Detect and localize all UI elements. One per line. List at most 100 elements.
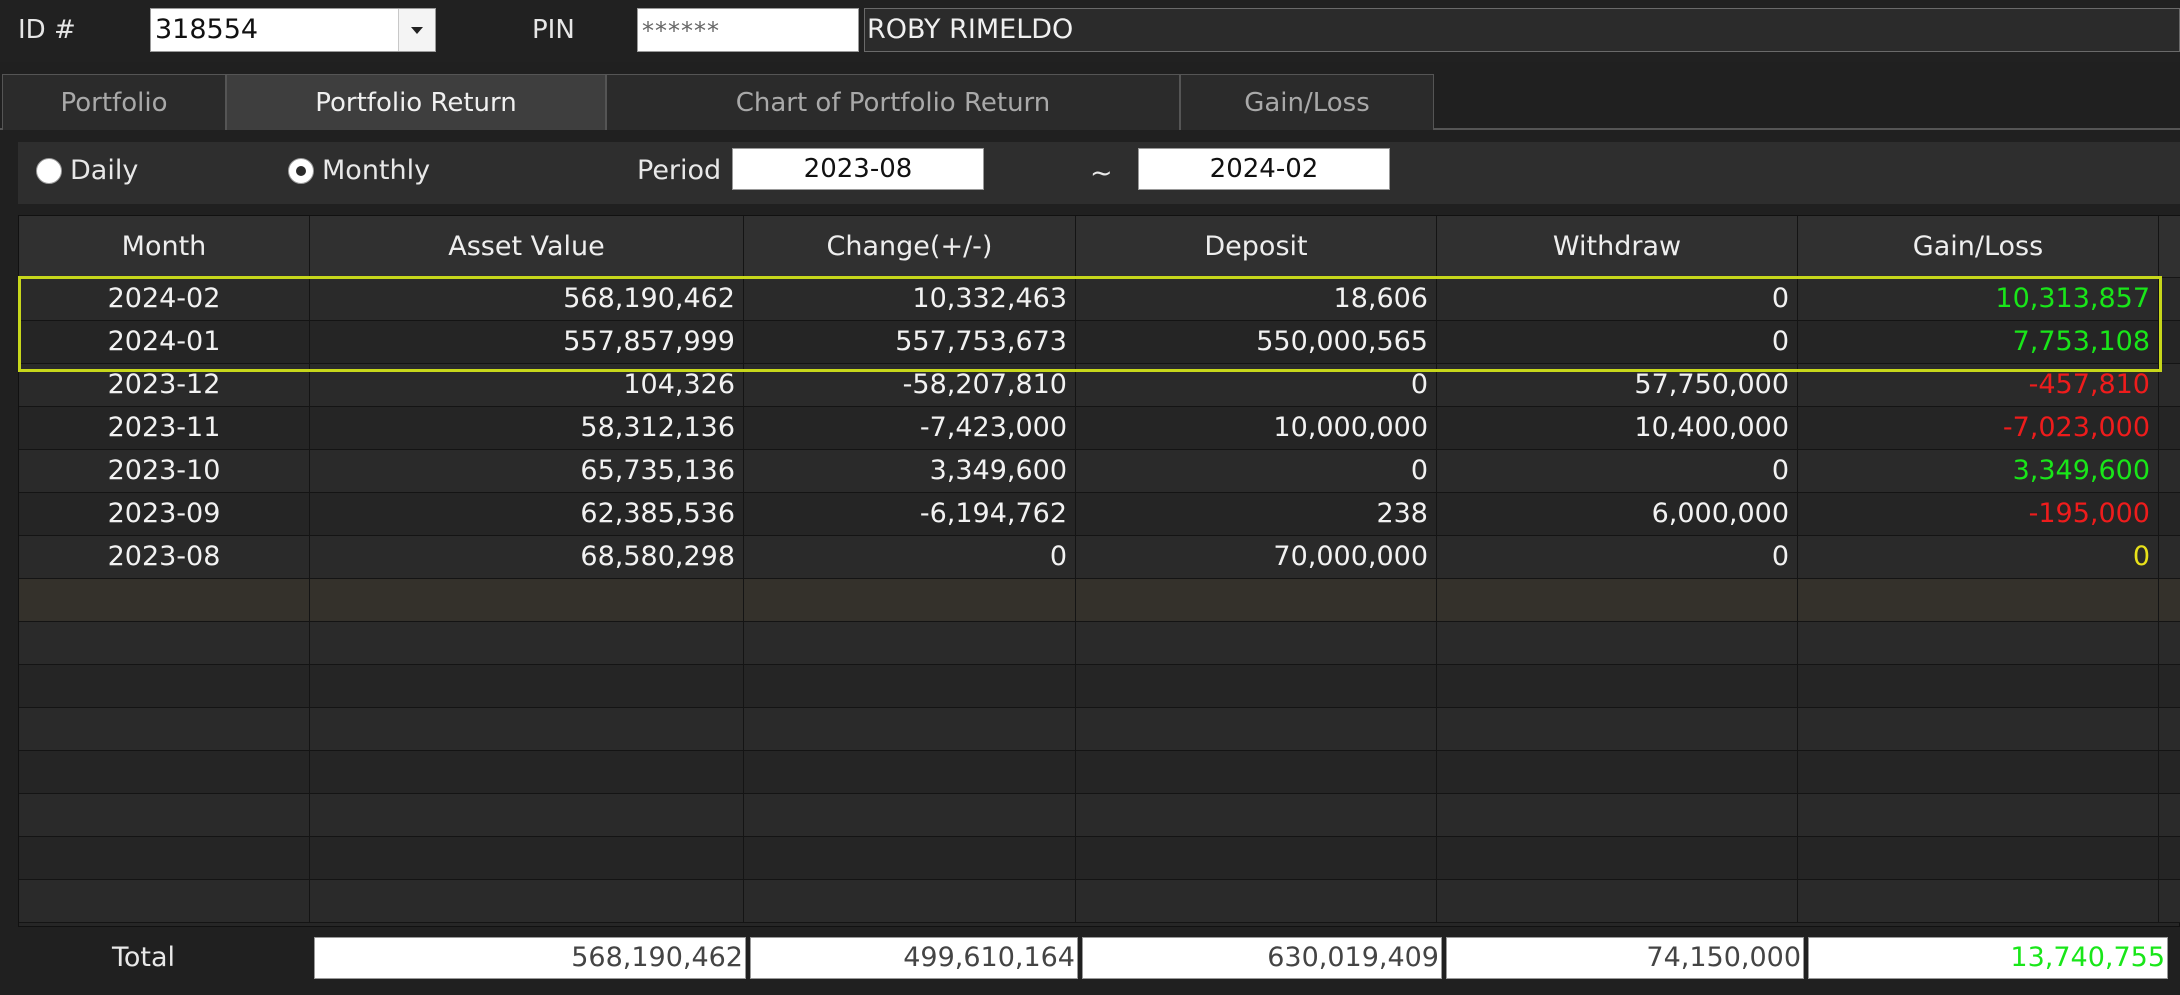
id-combobox[interactable]: 318554 [150,8,436,52]
withdraw-cell: 0 [1437,536,1798,578]
withdraw-cell: 57,750,000 [1437,364,1798,406]
asset-value-cell: 62,385,536 [310,493,744,535]
empty-row[interactable] [19,708,2180,751]
tab-portfolio[interactable]: Portfolio [2,74,226,130]
gain-loss-cell [1798,751,2159,793]
period-to-input[interactable]: 2024-02 [1138,148,1390,190]
empty-row[interactable] [19,665,2180,708]
asset-value-cell: 104,326 [310,364,744,406]
deposit-cell [1076,837,1437,879]
withdraw-cell [1437,665,1798,707]
gain-loss-cell [1798,880,2159,922]
deposit-cell [1076,665,1437,707]
deposit-cell: 18,606 [1076,278,1437,320]
monthly-radio[interactable] [288,158,314,184]
gain-loss-cell [1798,579,2159,621]
total-gain-loss: 13,740,755 [1808,937,2168,979]
table-row[interactable]: 2023-11 58,312,136 -7,423,000 10,000,000 10,… [19,407,2180,450]
asset-value-cell [310,751,744,793]
empty-row[interactable] [19,837,2180,880]
deposit-cell [1076,751,1437,793]
deposit-cell [1076,622,1437,664]
period-label: Period [637,155,722,186]
monthly-radio-label[interactable]: Monthly [322,151,430,191]
withdraw-cell [1437,880,1798,922]
table-row[interactable]: 2023-08 68,580,298 0 70,000,000 0 0 [19,536,2180,579]
change-cell: 10,332,463 [744,278,1076,320]
chevron-down-icon[interactable] [398,9,435,51]
asset-value-cell [310,579,744,621]
table-row[interactable]: 2023-12 104,326 -58,207,810 0 57,750,000 -457… [19,364,2180,407]
change-cell [744,622,1076,664]
daily-radio-label[interactable]: Daily [70,151,138,191]
withdraw-cell [1437,708,1798,750]
withdraw-cell [1437,622,1798,664]
empty-row[interactable] [19,880,2180,923]
tab-bar: Portfolio Portfolio Return Chart of Port… [0,74,2180,130]
change-cell: 557,753,673 [744,321,1076,363]
change-cell [744,751,1076,793]
column-header-gain-loss[interactable]: Gain/Loss [1798,216,2159,278]
change-cell: 3,349,600 [744,450,1076,492]
total-label: Total [112,942,176,973]
table-row[interactable]: 2024-01 557,857,999 557,753,673 550,000,565… [19,321,2180,364]
month-cell: 2023-11 [19,407,310,449]
gain-loss-cell [1798,837,2159,879]
gain-loss-cell [1798,622,2159,664]
daily-radio[interactable] [36,158,62,184]
withdraw-cell: 10,400,000 [1437,407,1798,449]
period-separator: ~ [1090,158,1113,189]
withdraw-cell: 0 [1437,278,1798,320]
gain-loss-cell: -457,810 [1798,364,2159,406]
empty-row[interactable] [19,579,2180,622]
month-cell [19,794,310,836]
account-bar: ID # 318554 PIN ****** ROBY RIMELDO [0,0,2180,62]
withdraw-cell [1437,794,1798,836]
tab-chart-of-portfolio-return[interactable]: Chart of Portfolio Return [606,74,1180,130]
asset-value-cell: 58,312,136 [310,407,744,449]
change-cell [744,665,1076,707]
withdraw-cell: 0 [1437,450,1798,492]
deposit-cell: 10,000,000 [1076,407,1437,449]
period-from-input[interactable]: 2023-08 [732,148,984,190]
deposit-cell [1076,794,1437,836]
change-cell: 0 [744,536,1076,578]
empty-row[interactable] [19,622,2180,665]
month-cell: 2023-10 [19,450,310,492]
pin-input[interactable]: ****** [637,8,859,52]
withdraw-cell [1437,751,1798,793]
table-row[interactable]: 2023-09 62,385,536 -6,194,762 238 6,000,000-… [19,493,2180,536]
column-header-change[interactable]: Change(+/-) [744,216,1076,278]
portfolio-return-window: ID # 318554 PIN ****** ROBY RIMELDO Port… [0,0,2180,995]
column-header-asset-value[interactable]: Asset Value [310,216,744,278]
tab-portfolio-return[interactable]: Portfolio Return [226,74,606,130]
withdraw-cell [1437,579,1798,621]
column-header-deposit[interactable]: Deposit [1076,216,1437,278]
deposit-cell: 70,000,000 [1076,536,1437,578]
total-withdraw: 74,150,000 [1446,937,1804,979]
portfolio-return-table: Month Asset Value Change(+/-) Deposit Wi… [18,215,2180,927]
gain-loss-cell [1798,794,2159,836]
tab-gain-loss[interactable]: Gain/Loss [1180,74,1434,130]
empty-row[interactable] [19,794,2180,837]
account-name: ROBY RIMELDO [864,8,2180,52]
total-asset-value: 568,190,462 [314,937,746,979]
empty-row[interactable] [19,751,2180,794]
gain-loss-cell: 0 [1798,536,2159,578]
asset-value-cell: 557,857,999 [310,321,744,363]
month-cell: 2023-09 [19,493,310,535]
asset-value-cell [310,880,744,922]
change-cell [744,837,1076,879]
table-row[interactable]: 2024-02 568,190,462 10,332,463 18,606 0 10,31… [19,278,2180,321]
period-filter-bar: Daily Monthly Period 2023-08 ~ 2024-02 [18,142,2180,204]
month-cell [19,837,310,879]
gain-loss-cell: -195,000 [1798,493,2159,535]
column-header-withdraw[interactable]: Withdraw [1437,216,1798,278]
month-cell [19,708,310,750]
deposit-cell: 0 [1076,364,1437,406]
table-row[interactable]: 2023-10 65,735,136 3,349,600 0 0 3,349,600 [19,450,2180,493]
month-cell: 2024-02 [19,278,310,320]
deposit-cell [1076,708,1437,750]
withdraw-cell [1437,837,1798,879]
column-header-month[interactable]: Month [19,216,310,278]
